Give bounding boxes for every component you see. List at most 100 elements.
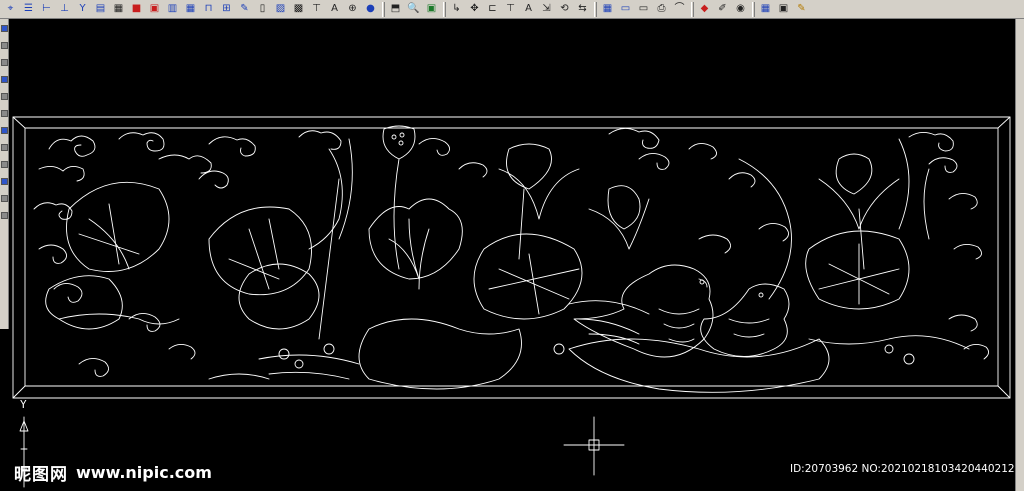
toolbar-separator bbox=[752, 1, 755, 17]
view-button[interactable]: ◉ bbox=[732, 1, 749, 18]
pen-button[interactable]: ✎ bbox=[236, 1, 253, 18]
help-button[interactable]: ● bbox=[362, 1, 379, 18]
document-button[interactable]: ▯ bbox=[254, 1, 271, 18]
stair-icon: ⊞ bbox=[222, 3, 231, 14]
view-icon: ◉ bbox=[736, 3, 745, 14]
text-align-2-icon: ⊤ bbox=[506, 3, 515, 14]
zoom-icon: 🔍 bbox=[407, 3, 420, 14]
text-align-button[interactable]: ⊤ bbox=[308, 1, 325, 18]
left-tool-button[interactable] bbox=[0, 195, 8, 202]
toolbar-separator bbox=[443, 1, 446, 17]
block-button[interactable]: ▥ bbox=[164, 1, 181, 18]
dimension-icon: ↳ bbox=[452, 3, 461, 14]
mirror-button[interactable]: ⇆ bbox=[574, 1, 591, 18]
rotate-icon: ⟲ bbox=[560, 3, 569, 14]
lotus-flowers bbox=[368, 125, 930, 320]
zoom-window-icon: ⬒ bbox=[390, 3, 401, 14]
frame-icon: ▦ bbox=[760, 3, 771, 14]
grid-view-button[interactable]: ▦ bbox=[599, 1, 616, 18]
scale-button[interactable]: ⇲ bbox=[538, 1, 555, 18]
column-button[interactable]: ▦ bbox=[182, 1, 199, 18]
document-icon: ▯ bbox=[259, 3, 266, 14]
render-button[interactable]: ◆ bbox=[696, 1, 713, 18]
watermark: 昵图网 www.nipic.com bbox=[14, 460, 212, 485]
ortho-button[interactable]: ⊢ bbox=[38, 1, 55, 18]
move-button[interactable]: ✥ bbox=[466, 1, 483, 18]
hatch-button[interactable]: ▩ bbox=[290, 1, 307, 18]
snap-icon: ⌖ bbox=[7, 3, 14, 14]
toolbar-separator bbox=[594, 1, 597, 17]
paint-button[interactable]: ✎ bbox=[793, 1, 810, 18]
zoom-button[interactable]: 🔍 bbox=[405, 1, 422, 18]
ruler-button[interactable]: ▭ bbox=[617, 1, 634, 18]
paint-icon: ✎ bbox=[797, 3, 806, 14]
regen-button[interactable]: ▣ bbox=[423, 1, 440, 18]
left-tool-button[interactable] bbox=[0, 178, 8, 185]
print-icon: ⎙ bbox=[657, 3, 666, 14]
branch-button[interactable]: Y bbox=[74, 1, 91, 18]
right-scroll-strip[interactable] bbox=[1015, 19, 1024, 491]
properties-button[interactable]: ▣ bbox=[146, 1, 163, 18]
left-tool-button[interactable] bbox=[0, 93, 8, 100]
left-tool-button[interactable] bbox=[0, 42, 8, 49]
pen-icon: ✎ bbox=[240, 3, 249, 14]
watermark-url: www.nipic.com bbox=[76, 462, 212, 482]
render-icon: ◆ bbox=[700, 3, 709, 14]
window-button[interactable]: ▣ bbox=[775, 1, 792, 18]
grid-icon: ☰ bbox=[24, 3, 33, 14]
bridge-button[interactable]: ⌒ bbox=[671, 1, 688, 18]
text-style-icon: A bbox=[525, 3, 532, 14]
lotus-leaves-left bbox=[45, 138, 353, 340]
branch-icon: Y bbox=[79, 3, 86, 14]
monitor-button[interactable]: ▭ bbox=[635, 1, 652, 18]
print-button[interactable]: ⎙ bbox=[653, 1, 670, 18]
left-tool-button[interactable] bbox=[0, 127, 8, 134]
frame-button[interactable]: ▦ bbox=[757, 1, 774, 18]
toolbar-group: ◆ ✐ ◉ bbox=[689, 0, 750, 19]
left-tool-button[interactable] bbox=[0, 76, 8, 83]
ortho-icon: ⊢ bbox=[42, 3, 51, 14]
dimension-button[interactable]: ↳ bbox=[448, 1, 465, 18]
snap-button[interactable]: ⌖ bbox=[2, 1, 19, 18]
stair-button[interactable]: ⊞ bbox=[218, 1, 235, 18]
left-tool-button[interactable] bbox=[0, 212, 8, 219]
brush-button[interactable]: ✐ bbox=[714, 1, 731, 18]
table-button[interactable]: ▤ bbox=[92, 1, 109, 18]
toolbar-group: ▦ ▭ ▭ ⎙ ⌒ bbox=[592, 0, 689, 19]
color-icon: ■ bbox=[131, 3, 142, 14]
cloud-motifs bbox=[33, 128, 989, 377]
toolbar-separator bbox=[382, 1, 385, 17]
text-align-2-button[interactable]: ⊤ bbox=[502, 1, 519, 18]
table-icon: ▤ bbox=[95, 3, 106, 14]
toolbar-group: ⌖ ☰ ⊢ ⊥ Y ▤ ▦ ■ ▣ ▥ ▦ ⊓ ⊞ ✎ ▯ ▨ ▩ ⊤ A ⊕ ● bbox=[2, 0, 380, 19]
layers-button[interactable]: ▦ bbox=[110, 1, 127, 18]
regen-icon: ▣ bbox=[426, 3, 437, 14]
properties-icon: ▣ bbox=[149, 3, 160, 14]
rotate-button[interactable]: ⟲ bbox=[556, 1, 573, 18]
cad-drawing bbox=[12, 116, 1011, 488]
zoom-window-button[interactable]: ⬒ bbox=[387, 1, 404, 18]
text-button[interactable]: A bbox=[326, 1, 343, 18]
left-tool-button[interactable] bbox=[0, 110, 8, 117]
polar-button[interactable]: ⊥ bbox=[56, 1, 73, 18]
crosshair-cursor bbox=[563, 416, 625, 476]
text-style-button[interactable]: A bbox=[520, 1, 537, 18]
left-tool-button[interactable] bbox=[0, 25, 8, 32]
image-button[interactable]: ▨ bbox=[272, 1, 289, 18]
monitor-icon: ▭ bbox=[638, 3, 649, 14]
grid-view-icon: ▦ bbox=[602, 3, 613, 14]
drawing-canvas[interactable] bbox=[9, 19, 1015, 491]
layers-icon: ▦ bbox=[113, 3, 124, 14]
toolbar-group: ⬒ 🔍 ▣ bbox=[380, 0, 441, 19]
left-tool-button[interactable] bbox=[0, 144, 8, 151]
left-tool-button[interactable] bbox=[0, 59, 8, 66]
color-button[interactable]: ■ bbox=[128, 1, 145, 18]
toolbar-group: ▦ ▣ ✎ bbox=[750, 0, 811, 19]
left-tool-button[interactable] bbox=[0, 161, 8, 168]
column-icon: ▦ bbox=[185, 3, 196, 14]
globe-button[interactable]: ⊕ bbox=[344, 1, 361, 18]
door-button[interactable]: ⊓ bbox=[200, 1, 217, 18]
grid-button[interactable]: ☰ bbox=[20, 1, 37, 18]
toolbar-separator bbox=[691, 1, 694, 17]
align-button[interactable]: ⊏ bbox=[484, 1, 501, 18]
